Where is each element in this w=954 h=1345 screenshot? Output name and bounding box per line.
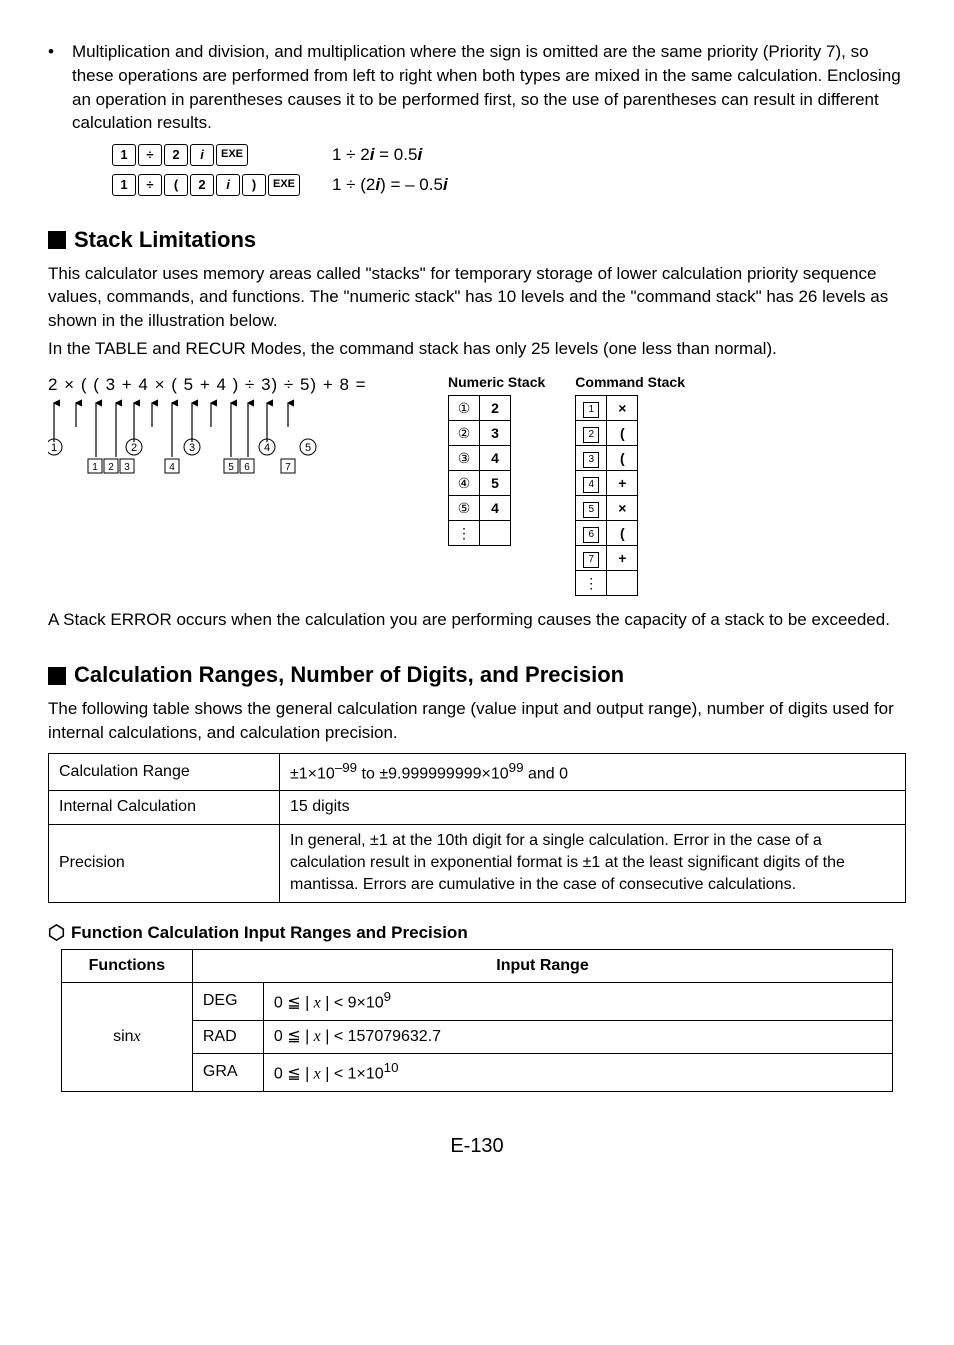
- range-table: Calculation Range±1×10–99 to ±9.99999999…: [48, 753, 906, 903]
- svg-text:7: 7: [285, 462, 291, 473]
- calc-key: 1: [112, 144, 136, 166]
- func-subheading: Function Calculation Input Ranges and Pr…: [48, 921, 906, 945]
- table-row: Calculation Range±1×10–99 to ±9.99999999…: [49, 753, 906, 791]
- svg-text:2: 2: [108, 462, 114, 473]
- table-row: ⋮: [449, 521, 511, 546]
- command-stack-table: 1×2(3(4+5×6(7+⋮: [575, 395, 638, 596]
- svg-text:5: 5: [305, 442, 311, 454]
- table-row: Internal Calculation15 digits: [49, 791, 906, 824]
- calc-key: ÷: [138, 174, 162, 196]
- stack-error-text: A Stack ERROR occurs when the calculatio…: [48, 608, 906, 632]
- stack-arrows-icon: 1 2 3 4 5 1 2 3 4 5 6 7: [48, 397, 408, 477]
- stack-expression: 2 × ( ( 3 + 4 × ( 5 + 4 ) ÷ 3) ÷ 5) + 8 …: [48, 373, 408, 397]
- table-row: PrecisionIn general, ±1 at the 10th digi…: [49, 824, 906, 902]
- calc-key: 1: [112, 174, 136, 196]
- table-row: 2(: [576, 421, 638, 446]
- table-row: ①2: [449, 396, 511, 421]
- svg-text:1: 1: [92, 462, 98, 473]
- table-row: 7+: [576, 546, 638, 571]
- calc-key: ÷: [138, 144, 162, 166]
- stack-section: 2 × ( ( 3 + 4 × ( 5 + 4 ) ÷ 3) ÷ 5) + 8 …: [48, 373, 906, 597]
- func-table: Functions Input Range sinxDEG0 ≦ | x | <…: [61, 949, 893, 1092]
- svg-text:4: 4: [169, 462, 175, 473]
- numeric-stack-col: Numeric Stack ①2②3③4④5⑤4⋮: [448, 373, 545, 597]
- calc-key: i: [216, 174, 240, 196]
- stack-diagram: 2 × ( ( 3 + 4 × ( 5 + 4 ) ÷ 3) ÷ 5) + 8 …: [48, 373, 408, 477]
- key-sequence: 1÷2iEXE: [112, 144, 332, 166]
- command-stack-col: Command Stack 1×2(3(4+5×6(7+⋮: [575, 373, 685, 597]
- key-example-row: 1÷(2i)EXE1 ÷ (2i) = – 0.5i: [112, 173, 906, 197]
- key-result: 1 ÷ 2i = 0.5i: [332, 143, 422, 167]
- key-example-row: 1÷2iEXE1 ÷ 2i = 0.5i: [112, 143, 906, 167]
- calc-key: (: [164, 174, 188, 196]
- stack-heading: Stack Limitations: [48, 225, 906, 256]
- table-row: sinxDEG0 ≦ | x | < 9×109: [61, 983, 892, 1021]
- svg-text:3: 3: [124, 462, 130, 473]
- stack-para-2: In the TABLE and RECUR Modes, the comman…: [48, 337, 906, 361]
- table-row: 3(: [576, 446, 638, 471]
- key-sequence: 1÷(2i)EXE: [112, 174, 332, 196]
- table-row: 1×: [576, 396, 638, 421]
- calc-key: 2: [190, 174, 214, 196]
- page-number: E-130: [48, 1132, 906, 1160]
- svg-text:5: 5: [228, 462, 234, 473]
- calc-key: ): [242, 174, 266, 196]
- svg-text:4: 4: [264, 442, 270, 454]
- table-row: 5×: [576, 496, 638, 521]
- table-row: 6(: [576, 521, 638, 546]
- intro-bullet: • Multiplication and division, and multi…: [48, 40, 906, 135]
- calc-key: i: [190, 144, 214, 166]
- stack-para-1: This calculator uses memory areas called…: [48, 262, 906, 333]
- calc-key: 2: [164, 144, 188, 166]
- table-row: ②3: [449, 421, 511, 446]
- table-row: ③4: [449, 446, 511, 471]
- table-row: 4+: [576, 471, 638, 496]
- svg-text:2: 2: [131, 442, 137, 454]
- svg-text:3: 3: [189, 442, 195, 454]
- stack-tables: Numeric Stack ①2②3③4④5⑤4⋮ Command Stack …: [448, 373, 685, 597]
- command-stack-title: Command Stack: [575, 373, 685, 393]
- func-th-range: Input Range: [192, 949, 892, 982]
- calc-key: EXE: [216, 144, 248, 166]
- svg-text:1: 1: [51, 442, 57, 454]
- table-row: ⋮: [576, 571, 638, 596]
- table-row: ⑤4: [449, 496, 511, 521]
- table-row: ④5: [449, 471, 511, 496]
- key-result: 1 ÷ (2i) = – 0.5i: [332, 173, 448, 197]
- intro-text: Multiplication and division, and multipl…: [72, 40, 906, 135]
- numeric-stack-title: Numeric Stack: [448, 373, 545, 393]
- calc-key: EXE: [268, 174, 300, 196]
- numeric-stack-table: ①2②3③4④5⑤4⋮: [448, 395, 511, 546]
- ranges-intro: The following table shows the general ca…: [48, 697, 906, 745]
- ranges-heading: Calculation Ranges, Number of Digits, an…: [48, 660, 906, 691]
- bullet-dot-icon: •: [48, 40, 72, 135]
- func-th-functions: Functions: [61, 949, 192, 982]
- svg-text:6: 6: [244, 462, 250, 473]
- hex-icon: [48, 924, 65, 941]
